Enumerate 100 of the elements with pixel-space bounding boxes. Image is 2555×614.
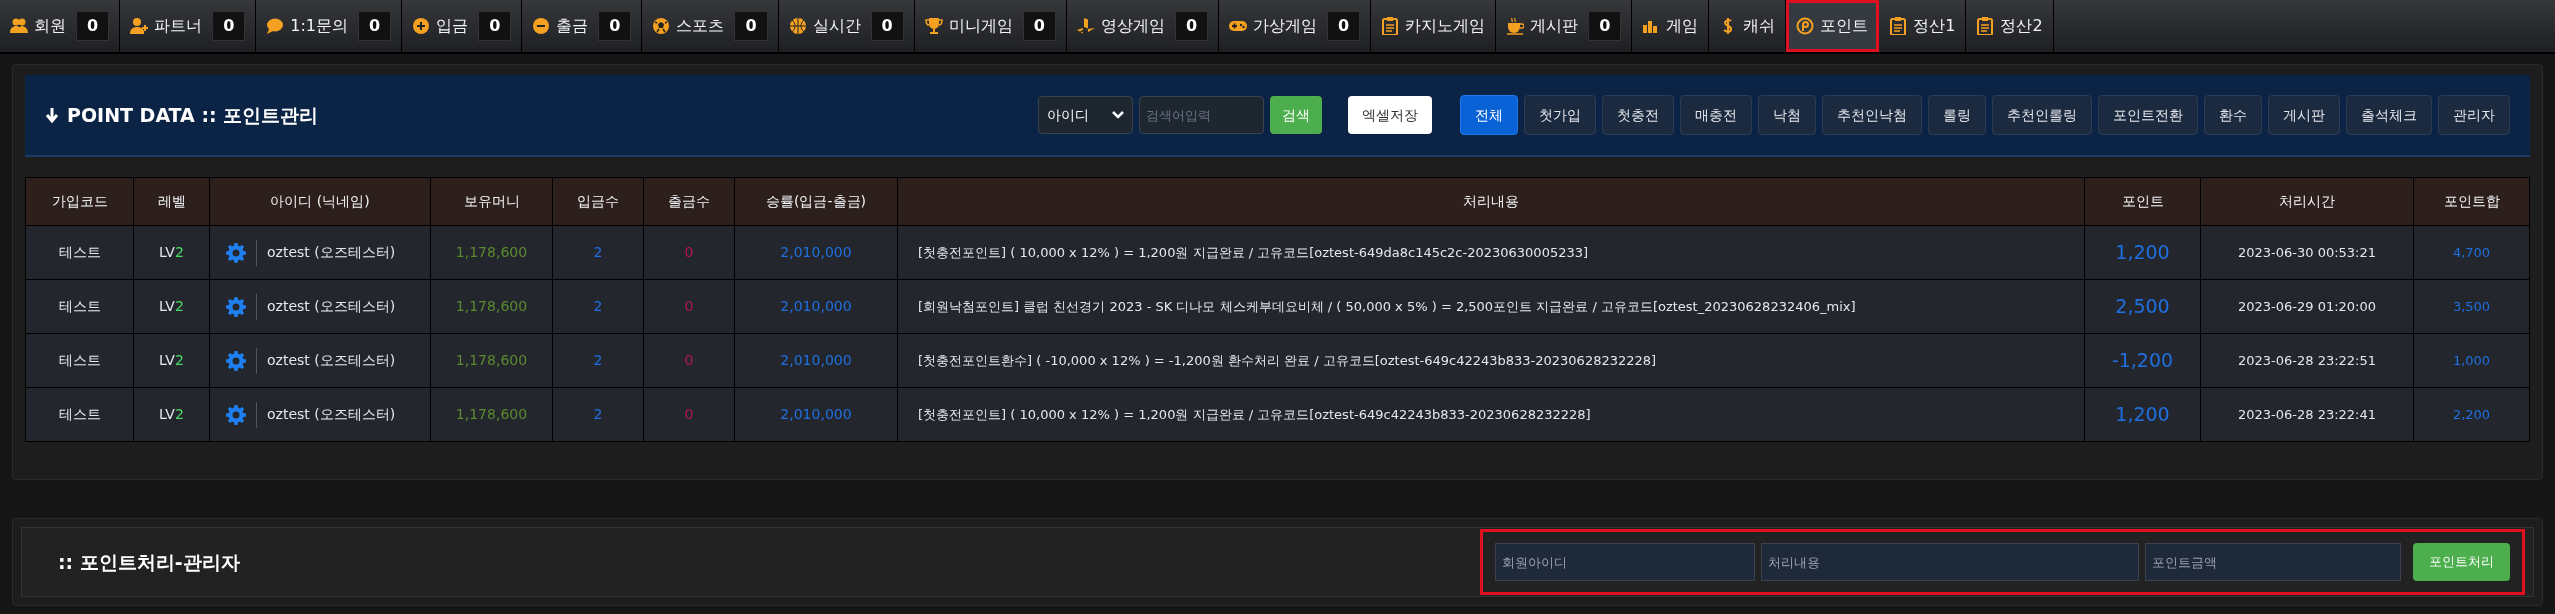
input-field[interactable]: 회원아이디 xyxy=(1495,543,1755,581)
nav-label: 영상게임 xyxy=(1100,15,1165,37)
count-badge: 0 xyxy=(870,11,904,41)
count-badge: 0 xyxy=(1174,11,1208,41)
arrow-down-icon xyxy=(45,107,59,123)
filter-tab[interactable]: 전체 xyxy=(1460,95,1518,135)
nav-item[interactable]: 회원 0 xyxy=(0,0,121,52)
table-cell: [회원낙첨포인트] 클럽 친선경기 2023 - SK 디나모 체스케부데요비체 / ( 50,000 x 5% ) = 2,500포인트 지급완료 / 고유코드[oztest_20230628232406_mix] xyxy=(897,279,2085,334)
table-cell: 1,178,600 xyxy=(430,279,553,334)
count-badge: 0 xyxy=(1327,11,1361,41)
filter-tab[interactable]: 첫가입 xyxy=(1524,95,1596,135)
nav-item[interactable]: 정산2 xyxy=(1966,0,2054,52)
nav-label: 1:1문의 xyxy=(290,15,349,37)
table-cell: 0 xyxy=(643,279,735,334)
input-field[interactable]: 처리내용 xyxy=(1761,543,2139,581)
table-cell: 1,200 xyxy=(2084,225,2201,280)
column-header: 보유머니 xyxy=(430,177,553,226)
nav-item[interactable]: 게임 xyxy=(1632,0,1710,52)
filter-tab[interactable]: 추천인낙첨 xyxy=(1822,95,1922,135)
users-icon xyxy=(10,17,28,35)
gear-icon[interactable] xyxy=(226,296,246,317)
table-cell: 2,010,000 xyxy=(734,333,898,388)
table-cell: 2 xyxy=(552,279,644,334)
gear-icon[interactable] xyxy=(226,242,246,263)
table-cell: 2023-06-30 00:53:21 xyxy=(2200,225,2414,280)
count-badge: 0 xyxy=(478,11,512,41)
nav-item[interactable]: 미니게임 0 xyxy=(914,0,1067,52)
filter-tab[interactable]: 롤링 xyxy=(1928,95,1986,135)
p-circle-icon xyxy=(1796,17,1815,35)
table-cell: 2023-06-29 01:20:00 xyxy=(2200,279,2414,334)
count-badge: 0 xyxy=(212,11,246,41)
column-header: 출금수 xyxy=(643,177,735,226)
coffee-cup-icon xyxy=(1506,17,1525,35)
trophy-icon xyxy=(924,17,943,35)
filter-tab[interactable]: 게시판 xyxy=(2268,95,2340,135)
nav-item[interactable]: 정산1 xyxy=(1879,0,1967,52)
table-cell: 3,500 xyxy=(2413,279,2530,334)
section-title: :: 포인트처리-관리자 xyxy=(58,549,240,575)
table-cell: [첫충전포인트] ( 10,000 x 12% ) = 1,200원 지급완료 / 고유코드[oztest-649da8c145c2c-20230630005233] xyxy=(897,225,2085,280)
filter-tab[interactable]: 추천인롤링 xyxy=(1992,95,2092,135)
table-cell: 0 xyxy=(643,225,735,280)
column-header: 승률(입금-출금) xyxy=(734,177,898,226)
table-cell: 1,178,600 xyxy=(430,225,553,280)
nav-item[interactable]: 파트너 0 xyxy=(120,0,257,52)
input-field[interactable]: 포인트금액 xyxy=(2145,543,2401,581)
table-cell: [첫충전포인트] ( 10,000 x 12% ) = 1,200원 지급완료 / 고유코드[oztest-649c42243b833-20230628232228] xyxy=(897,387,2085,442)
count-badge: 0 xyxy=(598,11,632,41)
nav-label: 파트너 xyxy=(154,15,203,37)
nav-label: 회원 xyxy=(34,15,66,37)
chat-bubble-icon xyxy=(266,17,285,35)
filter-tab[interactable]: 매충전 xyxy=(1680,95,1752,135)
chevron-down-icon xyxy=(1112,111,1124,119)
filter-tab[interactable]: 포인트전환 xyxy=(2098,95,2198,135)
nav-label: 실시간 xyxy=(812,15,861,37)
search-type-select[interactable]: 아이디 xyxy=(1038,96,1133,134)
column-header: 아이디 (닉네임) xyxy=(209,177,431,226)
column-header: 포인트 xyxy=(2084,177,2201,226)
nav-item[interactable]: 1:1문의 0 xyxy=(256,0,403,52)
excel-save-button[interactable]: 엑셀저장 xyxy=(1348,96,1432,134)
table-cell: 2023-06-28 23:22:51 xyxy=(2200,333,2414,388)
nav-item[interactable]: 카지노게임 xyxy=(1371,0,1497,52)
table-cell: 테스트 xyxy=(25,387,134,442)
column-header: 처리내용 xyxy=(897,177,2085,226)
column-header: 포인트합 xyxy=(2413,177,2530,226)
nav-item[interactable]: 출금 0 xyxy=(522,0,643,52)
table-cell: 테스트 xyxy=(25,225,134,280)
table-cell: 2,010,000 xyxy=(734,387,898,442)
count-badge: 0 xyxy=(1588,11,1622,41)
column-header: 처리시간 xyxy=(2200,177,2414,226)
nav-item[interactable]: 게시판 0 xyxy=(1496,0,1633,52)
table-cell: 1,178,600 xyxy=(430,387,553,442)
table-cell: 1,200 xyxy=(2084,387,2201,442)
column-header: 레벨 xyxy=(133,177,210,226)
nav-label: 가상게임 xyxy=(1253,15,1317,37)
nav-item[interactable]: 스포츠 0 xyxy=(642,0,779,52)
user-plus-icon xyxy=(130,17,149,35)
nav-item[interactable]: 가상게임 0 xyxy=(1219,0,1372,52)
filter-tab[interactable]: 출석체크 xyxy=(2346,95,2432,135)
filter-tab[interactable]: 관리자 xyxy=(2438,95,2510,135)
filter-tab[interactable]: 환수 xyxy=(2204,95,2262,135)
filter-tab[interactable]: 낙첨 xyxy=(1758,95,1816,135)
table-cell: 4,700 xyxy=(2413,225,2530,280)
nav-item[interactable]: 포인트 xyxy=(1786,0,1880,52)
gear-icon[interactable] xyxy=(226,404,246,425)
soccer-ball-icon xyxy=(652,17,671,35)
search-field[interactable]: 검색어입력 xyxy=(1139,96,1264,134)
nav-item[interactable]: 실시간 0 xyxy=(778,0,915,52)
nav-item[interactable]: 입금 0 xyxy=(402,0,523,52)
count-badge: 0 xyxy=(358,11,392,41)
table-cell: 2 xyxy=(552,225,644,280)
table-cell: 2023-06-28 23:22:41 xyxy=(2200,387,2414,442)
count-badge: 0 xyxy=(76,11,110,41)
filter-tab[interactable]: 첫충전 xyxy=(1602,95,1674,135)
gear-icon[interactable] xyxy=(226,350,246,371)
nav-item[interactable]: 영상게임 0 xyxy=(1066,0,1219,52)
page-title: POINT DATA :: 포인트관리 xyxy=(67,102,319,128)
nav-label: 입금 xyxy=(436,15,469,37)
table-cell: 2,010,000 xyxy=(734,279,898,334)
table-cell: 테스트 xyxy=(25,333,134,388)
table-cell: 2,500 xyxy=(2084,279,2201,334)
